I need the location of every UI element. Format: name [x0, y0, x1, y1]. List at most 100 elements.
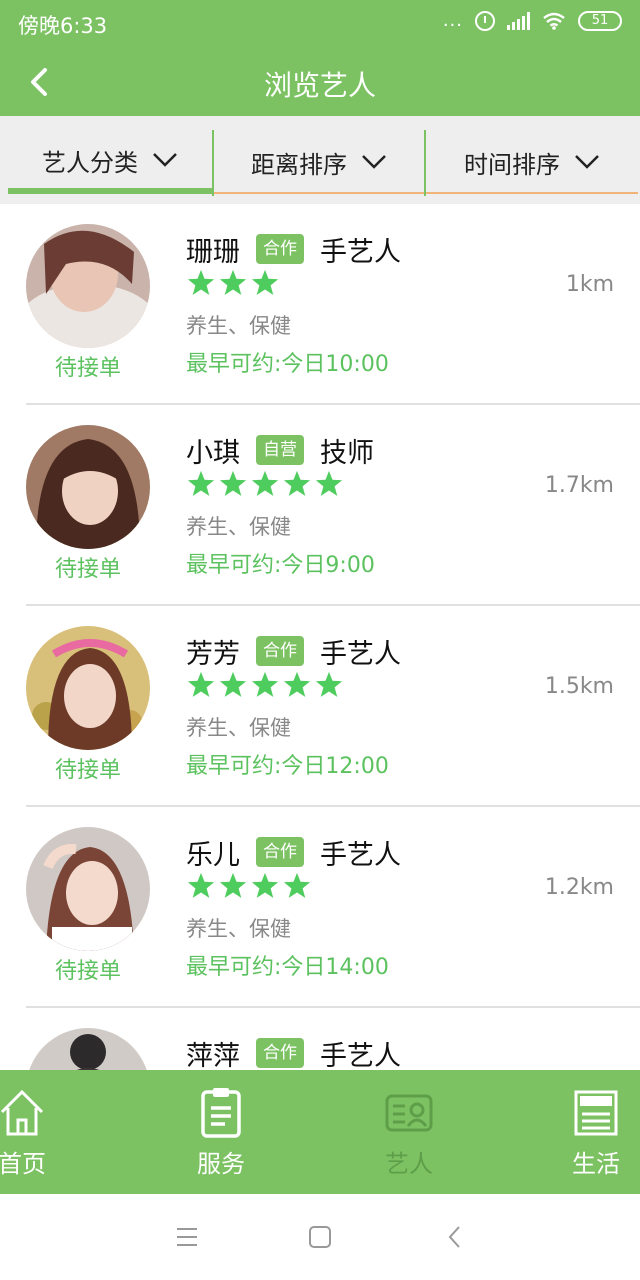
distance: 1.7km — [544, 473, 614, 498]
menu-icon[interactable] — [174, 1224, 200, 1250]
wifi-icon — [543, 12, 565, 30]
artist-avatar — [26, 827, 150, 951]
distance: 1.2km — [544, 875, 614, 900]
star-icon — [315, 470, 343, 496]
artist-row[interactable]: 待接单 小琪 自营 技师 养生、保健 最早可约:今日9:00 1.7km — [0, 405, 640, 606]
artist-name: 萍萍 — [186, 1041, 240, 1070]
star-icon — [251, 671, 279, 697]
order-status: 待接单 — [54, 758, 121, 783]
star-icon — [187, 671, 215, 697]
artist-row[interactable]: 待接单 芳芳 合作 手艺人 养生、保健 最早可约:今日12:00 1.5km — [0, 606, 640, 807]
earliest-available: 最早可约:今日10:00 — [186, 352, 389, 377]
header-bar: 浏览艺人 — [0, 48, 640, 116]
star-icon — [251, 872, 279, 898]
artist-name: 小琪 — [186, 438, 240, 469]
battery-icon: 51 — [578, 10, 622, 31]
status-bar: 傍晚6:33 ... 51 — [0, 0, 640, 48]
service-types: 养生、保健 — [186, 917, 291, 941]
artist-role: 手艺人 — [320, 237, 401, 268]
artist-role: 技师 — [320, 438, 374, 469]
chevron-down-icon — [575, 155, 599, 169]
earliest-available: 最早可约:今日9:00 — [186, 553, 375, 578]
distance: 1.5km — [544, 674, 614, 699]
star-icon — [187, 470, 215, 496]
status-time: 傍晚6:33 — [18, 14, 108, 38]
star-icon — [187, 872, 215, 898]
nav-label: 艺人 — [385, 1150, 433, 1178]
artist-row[interactable]: 待接单 珊珊 合作 手艺人 养生、保健 最早可约:今日10:00 1km — [0, 204, 640, 405]
star-icon — [283, 872, 311, 898]
back-triangle-icon[interactable] — [442, 1224, 468, 1250]
id-card-icon — [385, 1094, 433, 1132]
bottom-nav: 首页 服务 艺人 生活 — [0, 1070, 640, 1194]
star-icon — [219, 671, 247, 697]
earliest-available: 最早可约:今日12:00 — [186, 754, 389, 779]
artist-role: 手艺人 — [320, 1041, 401, 1070]
artist-tag: 自营 — [256, 435, 304, 465]
artist-role: 手艺人 — [320, 840, 401, 871]
nav-label: 生活 — [572, 1150, 620, 1178]
order-status: 待接单 — [54, 557, 121, 582]
nav-label: 服务 — [197, 1150, 245, 1178]
artist-name: 珊珊 — [186, 237, 240, 268]
star-icon — [187, 269, 215, 295]
star-icon — [315, 671, 343, 697]
filter-label: 时间排序 — [464, 150, 560, 179]
service-types: 养生、保健 — [186, 716, 291, 740]
filter-time-tab[interactable]: 时间排序 — [426, 132, 638, 194]
home-icon — [0, 1089, 44, 1136]
news-icon — [574, 1090, 618, 1136]
star-icon — [283, 671, 311, 697]
chevron-down-icon — [153, 153, 177, 167]
status-icons: ... 51 — [443, 10, 622, 31]
filter-category-tab[interactable]: 艺人分类 — [8, 132, 212, 194]
page-title: 浏览艺人 — [263, 69, 376, 102]
nav-label: 首页 — [0, 1150, 46, 1178]
artist-tag: 合作 — [256, 837, 304, 867]
order-status: 待接单 — [54, 959, 121, 984]
star-icon — [219, 872, 247, 898]
artist-avatar — [26, 425, 150, 549]
rating-stars — [186, 268, 280, 298]
artist-name: 芳芳 — [186, 639, 240, 670]
artist-row[interactable]: 待接单 乐儿 合作 手艺人 养生、保健 最早可约:今日14:00 1.2km — [0, 807, 640, 1008]
star-icon — [219, 470, 247, 496]
artist-avatar — [26, 224, 150, 348]
home-square-icon[interactable] — [307, 1224, 333, 1250]
filter-distance-tab[interactable]: 距离排序 — [214, 132, 424, 194]
nav-home[interactable]: 首页 — [0, 1086, 72, 1179]
artist-tag: 合作 — [256, 234, 304, 264]
more-dots-icon: ... — [442, 10, 463, 31]
clipboard-icon — [201, 1088, 241, 1138]
artist-role: 手艺人 — [320, 639, 401, 670]
filter-label: 艺人分类 — [42, 148, 138, 177]
system-nav-bar — [0, 1194, 640, 1280]
artist-tag: 合作 — [256, 636, 304, 666]
rating-stars — [186, 469, 344, 499]
artist-name: 乐儿 — [186, 840, 240, 871]
artist-tag: 合作 — [256, 1038, 304, 1068]
distance: 1km — [565, 272, 614, 297]
order-status: 待接单 — [54, 356, 121, 381]
star-icon — [251, 470, 279, 496]
nav-service[interactable]: 服务 — [171, 1086, 271, 1179]
star-icon — [251, 269, 279, 295]
filter-label: 距离排序 — [251, 150, 347, 179]
signal-icon — [507, 11, 530, 30]
service-types: 养生、保健 — [186, 515, 291, 539]
service-types: 养生、保健 — [186, 314, 291, 338]
artist-list: 待接单 珊珊 合作 手艺人 养生、保健 最早可约:今日10:00 1km 待接单… — [0, 204, 640, 1070]
nav-life[interactable]: 生活 — [546, 1086, 640, 1179]
rating-stars — [186, 670, 344, 700]
artist-avatar — [26, 626, 150, 750]
nav-artist[interactable]: 艺人 — [359, 1086, 459, 1179]
artist-avatar — [26, 1028, 150, 1070]
alarm-icon — [475, 10, 495, 31]
artist-row[interactable]: 萍萍 合作 手艺人 — [0, 1008, 640, 1070]
chevron-down-icon — [362, 155, 386, 169]
filter-bar: 艺人分类 距离排序 时间排序 — [0, 116, 640, 204]
rating-stars — [186, 871, 312, 901]
earliest-available: 最早可约:今日14:00 — [186, 955, 389, 980]
star-icon — [283, 470, 311, 496]
star-icon — [219, 269, 247, 295]
